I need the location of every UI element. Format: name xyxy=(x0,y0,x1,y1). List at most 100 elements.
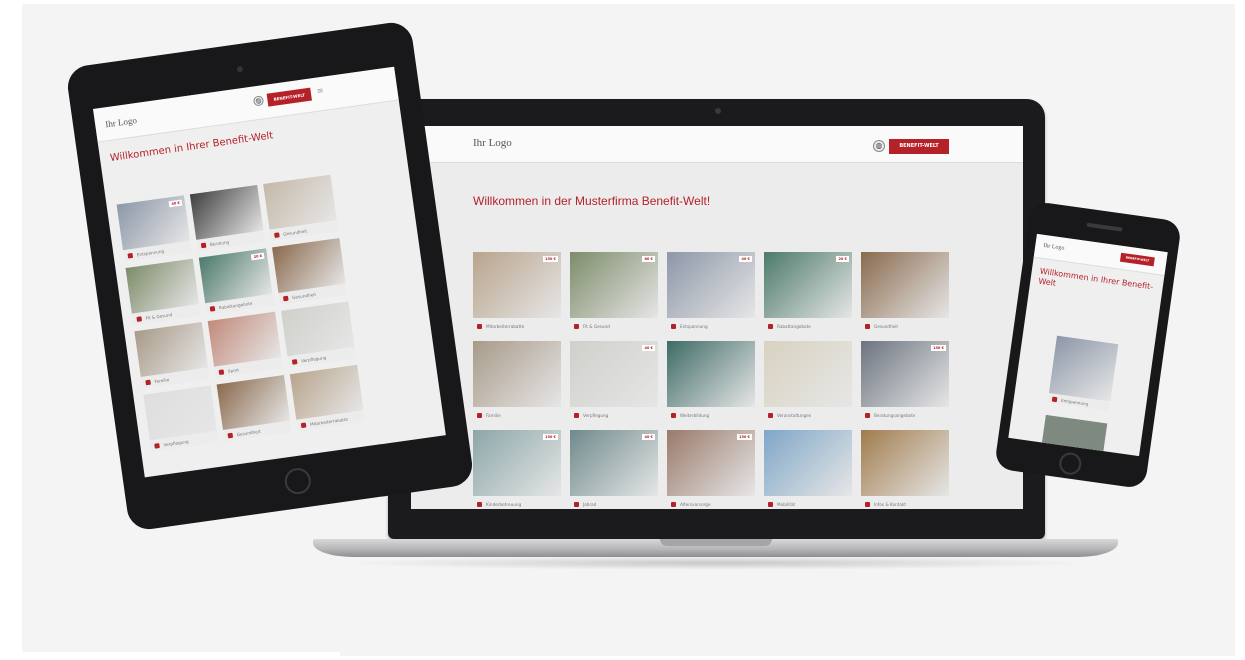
tile-label: Entspannung xyxy=(136,248,165,257)
tile-image: 40 € xyxy=(667,252,755,318)
tile-caption: Rabattangebote xyxy=(764,318,852,334)
heart-icon xyxy=(865,323,870,329)
tile-image: 20 € xyxy=(198,248,273,304)
tile-caption: Familie xyxy=(473,407,561,423)
tile-caption: Weiterbildung xyxy=(667,407,755,423)
tile-image: 150 € xyxy=(473,252,561,318)
benefit-tile[interactable]: Weiterbildung xyxy=(667,341,755,423)
benefit-tile[interactable]: Sport xyxy=(207,311,284,379)
category-icon xyxy=(218,368,225,375)
tile-caption: Verpflegung xyxy=(570,407,658,423)
price-badge: 40 € xyxy=(642,345,655,351)
benefit-tile[interactable]: 80 € Fit & Gesund xyxy=(570,252,658,334)
menu-icon[interactable]: ≡ xyxy=(316,86,324,96)
benefit-welt-button[interactable]: BENEFIT-WELT xyxy=(266,87,312,107)
tablet-device: Ihr Logo ◍ BENEFIT-WELT ≡ Willkommen in … xyxy=(65,20,475,532)
bike-icon xyxy=(574,501,579,507)
tile-image xyxy=(764,341,852,407)
benefit-tile[interactable]: Gesundheit xyxy=(861,252,949,334)
benefit-tile[interactable]: 150 € Beratungsangebote xyxy=(861,341,949,423)
benefit-tile[interactable]: Familie xyxy=(473,341,561,423)
tablet-logo[interactable]: Ihr Logo xyxy=(105,115,138,129)
price-badge: 150 € xyxy=(543,256,558,262)
tile-caption: Kinderbetreuung xyxy=(473,496,561,509)
gift-icon xyxy=(477,323,482,329)
tile-image xyxy=(125,258,200,314)
pin-icon xyxy=(865,501,870,507)
tile-label: Mobilität xyxy=(777,501,796,507)
moon-icon xyxy=(671,323,676,329)
tile-image: 20 € xyxy=(764,252,852,318)
price-badge: 80 € xyxy=(642,256,655,262)
child-icon xyxy=(477,501,482,507)
umbrella-icon xyxy=(671,501,676,507)
category-icon xyxy=(127,252,134,259)
benefit-welt-button[interactable]: BENEFIT-WELT xyxy=(1119,252,1155,267)
tile-caption: Mobilität xyxy=(764,496,852,509)
benefit-tile[interactable]: Beratung xyxy=(189,184,266,252)
benefit-tile[interactable]: 150 € Mitarbeiterrabatte xyxy=(473,252,561,334)
benefit-tile[interactable]: 40 € Verpflegung xyxy=(570,341,658,423)
benefit-tile[interactable]: Familie xyxy=(134,321,210,389)
tile-label: Verpflegung xyxy=(300,354,327,363)
tile-caption: Entspannung xyxy=(667,318,755,334)
benefit-tile[interactable]: 40 € Entspannung xyxy=(667,252,755,334)
fork-icon xyxy=(574,412,579,418)
benefit-tile[interactable]: 150 € Altersvorsorge xyxy=(667,430,755,509)
tablet-screen: Ihr Logo ◍ BENEFIT-WELT ≡ Willkommen in … xyxy=(93,66,446,478)
benefit-grid: 150 € Mitarbeiterrabatte 80 € Fit & Gesund 4… xyxy=(473,252,953,509)
benefit-tile[interactable]: Gesundheit xyxy=(216,375,292,442)
tile-label: Infos & Kontakt xyxy=(874,501,907,507)
tile-image: 150 € xyxy=(861,341,949,407)
tile-caption: Beratungsangebote xyxy=(861,407,949,423)
benefit-tile[interactable]: Gesundheit xyxy=(263,174,339,242)
tile-image xyxy=(764,430,852,496)
benefit-tile[interactable]: 40 € Jobrad xyxy=(570,430,658,509)
tile-caption: Mitarbeiterrabatte xyxy=(473,318,561,334)
price-badge: 40 € xyxy=(169,199,183,208)
car-icon xyxy=(768,501,773,507)
benefit-tile[interactable]: Mobilität xyxy=(764,430,852,509)
benefit-tile[interactable]: 20 € Rabattangebote xyxy=(198,248,275,316)
tile-caption: Gesundheit xyxy=(861,318,949,334)
tile-label: Altersvorsorge xyxy=(680,501,711,507)
benefit-tile[interactable]: Verpflegung xyxy=(143,385,219,453)
percent-icon xyxy=(768,323,773,329)
benefit-tile[interactable]: 150 € Kinderbetreuung xyxy=(473,430,561,509)
laptop-camera xyxy=(715,108,721,114)
tile-label: Kinderbetreuung xyxy=(486,501,522,507)
benefit-tile[interactable]: Mitarbeiterrabatte xyxy=(289,364,366,432)
benefit-tile[interactable]: Fit & Gesund xyxy=(125,258,201,326)
category-icon xyxy=(136,315,142,322)
tile-image xyxy=(272,237,346,293)
benefit-tile[interactable]: Verpflegung xyxy=(280,301,357,369)
tile-image xyxy=(134,321,209,377)
tile-label: Weiterbildung xyxy=(680,412,710,418)
site-logo[interactable]: Ihr Logo xyxy=(473,137,512,149)
category-icon xyxy=(209,305,216,312)
bottom-strip xyxy=(0,652,340,660)
benefit-tile[interactable]: Veranstaltungen xyxy=(764,341,852,423)
globe-icon[interactable]: ◍ xyxy=(252,95,265,107)
price-badge: 40 € xyxy=(642,434,655,440)
benefit-tile[interactable]: Infos & Kontakt xyxy=(861,430,949,509)
benefit-tile[interactable]: 40 € Entspannung xyxy=(116,195,192,263)
benefit-welt-button[interactable]: BENEFIT-WELT xyxy=(889,139,949,154)
benefit-tile[interactable]: Entspannung xyxy=(1047,335,1119,412)
site-header: Ihr Logo ◍ BENEFIT-WELT xyxy=(411,126,1023,163)
benefit-tile[interactable]: Gesundheit xyxy=(272,237,348,305)
tile-caption: Altersvorsorge xyxy=(667,496,755,509)
laptop-screen: Ihr Logo ◍ BENEFIT-WELT Willkommen in de… xyxy=(411,126,1023,509)
tile-image xyxy=(667,341,755,407)
phone-logo[interactable]: Ihr Logo xyxy=(1043,243,1065,252)
tile-label: Familie xyxy=(154,376,170,384)
tile-image xyxy=(189,184,264,240)
globe-icon[interactable]: ◍ xyxy=(873,140,885,152)
benefit-tile[interactable]: 20 € Rabattangebote xyxy=(764,252,852,334)
tile-caption: Infos & Kontakt xyxy=(861,496,949,509)
price-badge: 150 € xyxy=(931,345,946,351)
tile-caption: Veranstaltungen xyxy=(764,407,852,423)
tile-image: 150 € xyxy=(667,430,755,496)
tile-image xyxy=(289,364,364,420)
tile-image: 40 € xyxy=(570,341,658,407)
